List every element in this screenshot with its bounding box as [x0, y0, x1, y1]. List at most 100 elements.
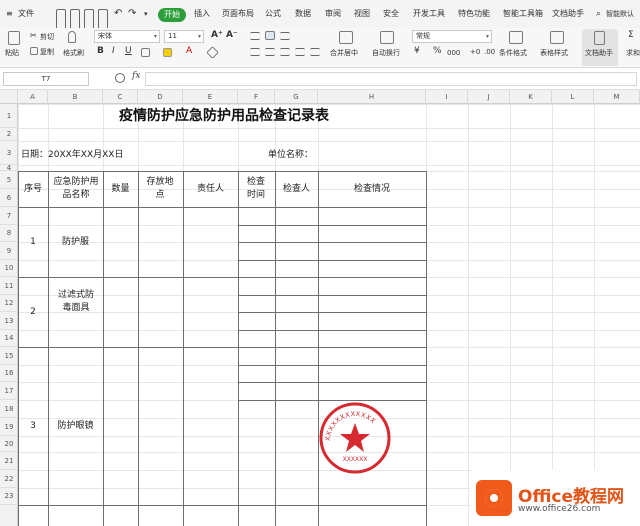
header-owner[interactable]: 责任人 — [183, 171, 238, 207]
merge-center-icon[interactable] — [339, 31, 353, 44]
row-header[interactable]: 20 — [0, 436, 18, 452]
smart-search-label[interactable]: 智能默认 — [606, 0, 634, 28]
row-header[interactable]: 22 — [0, 470, 18, 488]
border-icon[interactable] — [141, 48, 150, 57]
column-header[interactable]: I — [426, 90, 468, 104]
increase-decimal-button[interactable]: +0 — [470, 48, 480, 56]
file-menu[interactable]: 文件 — [18, 0, 34, 28]
name-box[interactable]: T7 — [3, 72, 89, 86]
table-style-button[interactable]: 表格样式 — [540, 48, 568, 58]
grow-font-button[interactable]: A⁺ — [211, 30, 223, 40]
column-header[interactable]: M — [594, 90, 640, 104]
align-left-icon[interactable] — [250, 48, 260, 56]
font-color-icon[interactable]: A — [186, 46, 192, 56]
header-quantity[interactable]: 数量 — [103, 171, 138, 207]
header-inspector[interactable]: 检查人 — [275, 171, 318, 207]
cut-icon[interactable]: ✂ — [30, 31, 37, 40]
align-middle-icon[interactable] — [265, 31, 275, 40]
tab-start[interactable]: 开始 — [158, 8, 186, 22]
distribute-icon[interactable] — [310, 48, 320, 56]
row-header[interactable]: 7 — [0, 207, 18, 225]
doc-helper-button[interactable]: 文档助手 — [585, 48, 613, 58]
italic-button[interactable]: I — [112, 46, 115, 56]
tab-smart-toolbox[interactable]: 智能工具箱 — [503, 0, 543, 28]
tab-security[interactable]: 安全 — [383, 0, 399, 28]
thousands-button[interactable]: 000 — [447, 49, 460, 57]
column-header[interactable]: E — [183, 90, 238, 104]
wrap-text-button[interactable]: 自动换行 — [372, 48, 400, 58]
item-index[interactable]: 2 — [18, 277, 48, 347]
decrease-decimal-button[interactable]: .00 — [484, 48, 495, 56]
row-header[interactable]: 17 — [0, 382, 18, 400]
document-icon[interactable] — [594, 31, 605, 45]
column-header[interactable]: J — [468, 90, 510, 104]
header-check-time[interactable]: 检查时间 — [245, 171, 267, 207]
column-header[interactable]: F — [238, 90, 275, 104]
tab-special[interactable]: 特色功能 — [458, 0, 490, 28]
row-header[interactable]: 18 — [0, 400, 18, 418]
hamburger-icon[interactable]: ≡ — [6, 0, 13, 28]
column-header[interactable]: A — [18, 90, 48, 104]
official-seal-image[interactable]: XXXXXXXXXXXX XXXXXX — [318, 401, 392, 475]
align-bottom-icon[interactable] — [280, 32, 290, 40]
zoom-icon[interactable] — [115, 73, 125, 83]
header-item-name[interactable]: 应急防护用品名称 — [52, 171, 100, 207]
sheet-title[interactable]: 疫情防护应急防护用品检查记录表 — [18, 104, 430, 128]
conditional-format-button[interactable]: 条件格式 — [499, 48, 527, 58]
row-header[interactable]: 16 — [0, 365, 18, 382]
item-name[interactable]: 过滤式防毒面具 — [54, 277, 98, 327]
row-header[interactable]: 5 — [0, 171, 18, 189]
search-icon[interactable]: ⌕ — [596, 0, 601, 28]
formula-input[interactable] — [145, 72, 637, 86]
copy-icon[interactable] — [30, 47, 38, 55]
item-name[interactable]: 防护眼镜 — [48, 347, 103, 505]
item-name[interactable]: 防护服 — [48, 207, 103, 277]
column-header[interactable]: B — [48, 90, 103, 104]
unit-name-label[interactable]: 单位名称： — [268, 147, 313, 160]
row-header[interactable]: 15 — [0, 347, 18, 365]
cut-button[interactable]: 剪切 — [40, 32, 54, 42]
header-check-result[interactable]: 检查情况 — [318, 171, 426, 207]
currency-button[interactable]: ¥ — [414, 46, 420, 56]
tab-page-layout[interactable]: 页面布局 — [222, 0, 254, 28]
row-header[interactable]: 2 — [0, 128, 18, 141]
table-style-icon[interactable] — [550, 31, 564, 44]
merge-center-button[interactable]: 合并居中 — [330, 48, 358, 58]
tab-doc-helper[interactable]: 文档助手 — [552, 0, 584, 28]
function-icon[interactable]: fx — [132, 71, 140, 81]
quick-access-dropdown-icon[interactable]: ▾ — [144, 0, 148, 28]
row-header[interactable]: 9 — [0, 242, 18, 260]
tab-developer[interactable]: 开发工具 — [413, 0, 445, 28]
column-header[interactable]: C — [103, 90, 138, 104]
row-header[interactable]: 6 — [0, 189, 18, 207]
row-header[interactable]: 21 — [0, 452, 18, 470]
copy-button[interactable]: 复制 — [40, 47, 54, 57]
tab-review[interactable]: 审阅 — [325, 0, 341, 28]
eraser-icon[interactable] — [206, 46, 219, 59]
date-label[interactable]: 日期：20XX年XX月XX日 — [21, 147, 123, 160]
shrink-font-button[interactable]: A⁻ — [226, 30, 238, 40]
redo-icon[interactable]: ↷ — [128, 0, 136, 28]
align-right-icon[interactable] — [280, 48, 290, 56]
column-header[interactable]: G — [275, 90, 318, 104]
row-header[interactable]: 10 — [0, 260, 18, 277]
row-header[interactable]: 1 — [0, 104, 18, 128]
align-center-icon[interactable] — [265, 48, 275, 56]
row-header[interactable]: 8 — [0, 225, 18, 242]
sum-icon[interactable]: Σ — [628, 30, 634, 40]
select-all-corner[interactable] — [0, 90, 18, 104]
wrap-text-icon[interactable] — [380, 31, 394, 44]
sum-button[interactable]: 求和 — [626, 48, 640, 58]
tab-view[interactable]: 视图 — [354, 0, 370, 28]
row-header[interactable]: 14 — [0, 330, 18, 347]
tab-insert[interactable]: 插入 — [194, 0, 210, 28]
bold-button[interactable]: B — [97, 46, 104, 56]
tab-formulas[interactable]: 公式 — [265, 0, 281, 28]
align-top-icon[interactable] — [250, 32, 260, 40]
tab-data[interactable]: 数据 — [295, 0, 311, 28]
fill-color-icon[interactable] — [163, 48, 172, 57]
row-header[interactable]: 11 — [0, 277, 18, 295]
column-header[interactable]: D — [138, 90, 183, 104]
percent-button[interactable]: % — [433, 46, 442, 56]
column-header[interactable]: L — [552, 90, 594, 104]
